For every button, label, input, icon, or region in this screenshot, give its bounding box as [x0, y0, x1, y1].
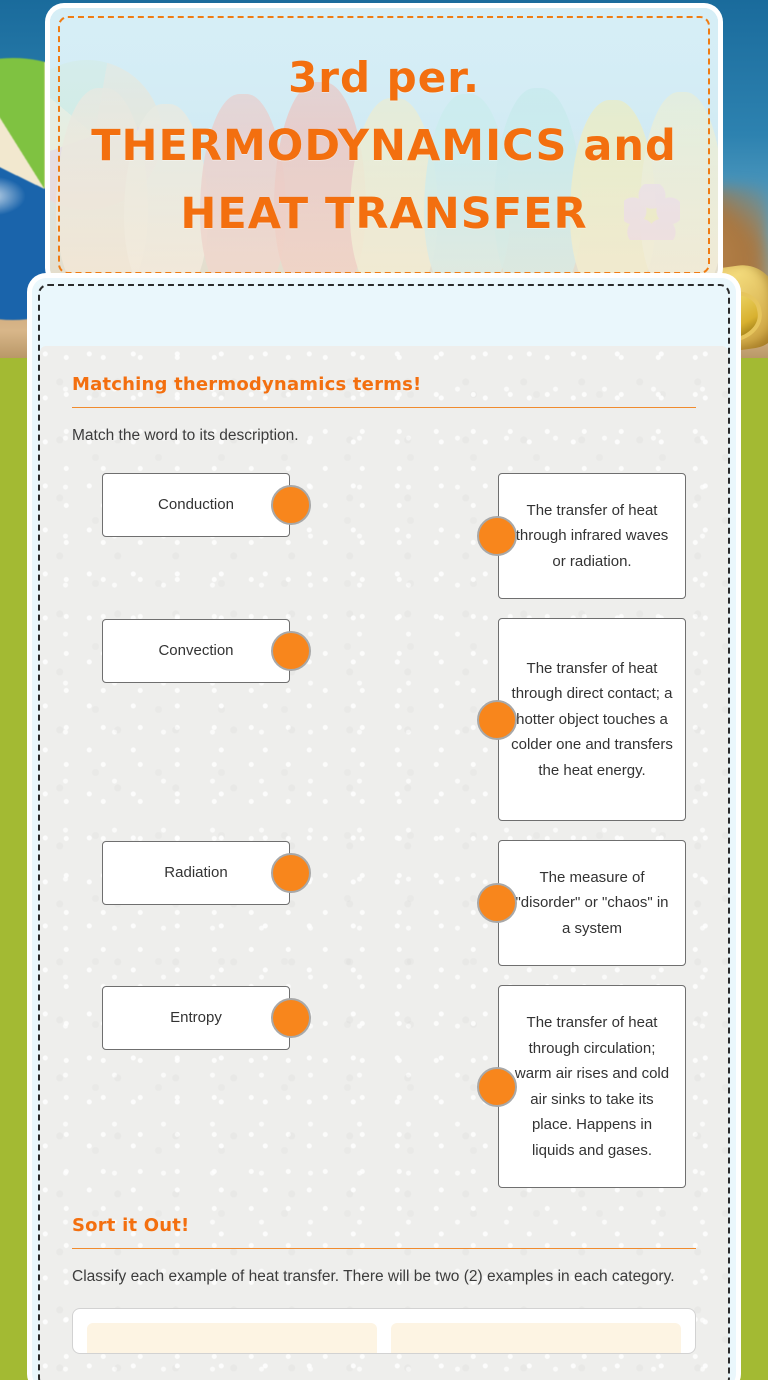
match-connector-dot[interactable]: [477, 516, 517, 556]
matching-description-box[interactable]: The transfer of heat through circulation…: [477, 985, 686, 1188]
matching-section-instructions: Match the word to its description.: [72, 427, 299, 444]
matching-description-label: The transfer of heat through circulation…: [514, 1014, 670, 1159]
match-connector-dot[interactable]: [271, 485, 311, 525]
sort-section: Sort it Out! Classify each example of he…: [72, 1215, 696, 1354]
matching-term-box[interactable]: Entropy: [102, 986, 311, 1050]
matching-section-heading: Matching thermodynamics terms!: [72, 374, 422, 395]
match-connector-dot[interactable]: [477, 1066, 517, 1107]
matching-description-label: The measure of "disorder" or "chaos" in …: [515, 868, 669, 937]
worksheet-title-card: 3rd per. THERMODYNAMICS and HEAT TRANSFE…: [50, 8, 718, 282]
sort-category-table: [72, 1308, 696, 1354]
match-connector-dot[interactable]: [271, 631, 311, 671]
worksheet-body-card: Matching thermodynamics terms! Match the…: [32, 278, 736, 1380]
matching-description-label: The transfer of heat through direct cont…: [511, 659, 673, 779]
page-title-line-1: 3rd per.: [288, 53, 480, 102]
matching-term-label: Convection: [158, 642, 234, 659]
matching-term-label: Entropy: [170, 1009, 222, 1026]
matching-term-box[interactable]: Convection: [102, 619, 311, 683]
match-connector-dot[interactable]: [477, 883, 517, 923]
sort-category-header-cell[interactable]: [87, 1323, 377, 1353]
matching-section-divider: [72, 407, 696, 408]
matching-term-box[interactable]: Conduction: [102, 473, 311, 537]
page-title: 3rd per. THERMODYNAMICS and HEAT TRANSFE…: [50, 44, 718, 248]
matching-section: Matching thermodynamics terms! Match the…: [72, 346, 696, 1193]
matching-description-box[interactable]: The measure of "disorder" or "chaos" in …: [477, 840, 686, 966]
sort-section-heading: Sort it Out!: [72, 1215, 190, 1236]
matching-term-label: Conduction: [158, 496, 234, 513]
page-title-line-3: HEAT TRANSFER: [180, 189, 588, 239]
matching-description-box[interactable]: The transfer of heat through direct cont…: [477, 618, 686, 821]
page-title-line-2: THERMODYNAMICS and: [91, 121, 677, 171]
matching-term-label: Radiation: [164, 864, 228, 881]
matching-description-box[interactable]: The transfer of heat through infrared wa…: [477, 473, 686, 599]
match-connector-dot[interactable]: [477, 699, 517, 740]
sort-category-header-cell[interactable]: [391, 1323, 681, 1353]
match-connector-dot[interactable]: [271, 998, 311, 1038]
worksheet-paper: Matching thermodynamics terms! Match the…: [40, 346, 728, 1380]
sort-section-divider: [72, 1248, 696, 1249]
matching-description-label: The transfer of heat through infrared wa…: [515, 501, 669, 570]
matching-term-box[interactable]: Radiation: [102, 841, 311, 905]
match-connector-dot[interactable]: [271, 853, 311, 893]
sort-section-instructions: Classify each example of heat transfer. …: [72, 1268, 675, 1285]
matching-grid: Conduction Convection Radiation Entropy: [72, 473, 696, 1193]
